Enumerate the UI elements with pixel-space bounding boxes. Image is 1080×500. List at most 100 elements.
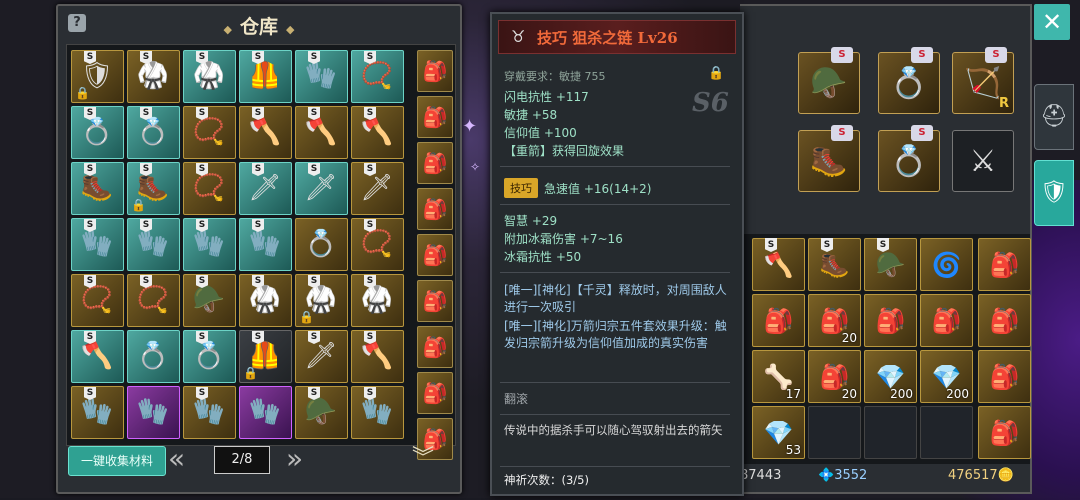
scroll-down-icon[interactable]: ︾ [412, 448, 434, 470]
item-icon: 🧤 [192, 229, 226, 259]
set-tag-icon: S [308, 331, 320, 344]
item-icon: 🪖 [192, 285, 226, 315]
equipment-slot[interactable]: 🥾 S [798, 125, 860, 192]
warehouse-item[interactable]: 🪓 S [351, 106, 404, 159]
warehouse-item[interactable]: 🧤 S [295, 50, 348, 103]
backpack-item[interactable] [864, 406, 917, 459]
bag-icon[interactable]: 🎒 [417, 142, 453, 184]
warehouse-item[interactable]: 🪓 S [239, 106, 292, 159]
next-page-icon[interactable]: » [286, 444, 303, 474]
bag-icon[interactable]: 🎒 [978, 238, 1031, 291]
item-icon: 🗡 [304, 341, 338, 371]
item-icon: 🥋 [136, 61, 170, 91]
close-button[interactable]: ✕ [1034, 4, 1070, 40]
warehouse-item[interactable]: 📿 S [127, 274, 180, 327]
backpack-item[interactable]: 🌀 [920, 238, 973, 291]
bag-icon[interactable]: 🎒 [417, 326, 453, 368]
bag-icon[interactable]: 🎒 [417, 188, 453, 230]
warehouse-item[interactable]: 🧤 S [351, 386, 404, 439]
bag-icon[interactable]: 🎒 [978, 294, 1031, 347]
equipment-slot[interactable]: 🏹 S R [952, 47, 1014, 114]
warehouse-item[interactable]: 🛡 S 🔒 [71, 50, 124, 103]
collect-materials-button[interactable]: 一键收集材料 [68, 446, 166, 476]
warehouse-item[interactable]: 🪖 S [295, 386, 348, 439]
warehouse-item[interactable]: 📿 S [183, 106, 236, 159]
warehouse-item[interactable]: 🧤 S [71, 218, 124, 271]
backpack-item[interactable]: 🪓 S [752, 238, 805, 291]
equipment-slot[interactable]: 💍 S [878, 125, 940, 192]
warehouse-item[interactable]: 🧤 [239, 386, 292, 439]
backpack-item[interactable]: 🪖 S [864, 238, 917, 291]
warehouse-item[interactable]: 📿 S [351, 218, 404, 271]
warehouse-item[interactable]: 🥾 S [71, 162, 124, 215]
warehouse-item[interactable]: 💍 [127, 330, 180, 383]
tab-equipment[interactable]: ⛑ [1034, 84, 1074, 150]
lock-icon[interactable]: 🔒 [708, 66, 724, 81]
bag-icon[interactable]: 🎒 [417, 372, 453, 414]
warehouse-item[interactable]: 🥋 S [183, 50, 236, 103]
warehouse-item[interactable]: 🥋 S 🔒 [295, 274, 348, 327]
equipment-slot[interactable]: ⚔ [952, 130, 1014, 192]
warehouse-item[interactable]: 🪓 S [71, 330, 124, 383]
warehouse-item[interactable]: 🥋 S [127, 50, 180, 103]
backpack-item[interactable]: 💎 200 [920, 350, 973, 403]
backpack-item[interactable]: 🎒 [920, 294, 973, 347]
warehouse-item[interactable]: 💍 [295, 218, 348, 271]
warehouse-item[interactable]: 🧤 [127, 386, 180, 439]
warehouse-item[interactable]: 💍 S [127, 106, 180, 159]
warehouse-item[interactable]: 💍 S [71, 106, 124, 159]
warehouse-item[interactable]: 📿 S [71, 274, 124, 327]
tab-inventory[interactable]: 🛡 [1034, 160, 1074, 226]
warehouse-panel: ? ◆ 仓库 ◆ 🛡 S 🔒 🥋 S 🥋 S 🦺 S 🧤 S 📿 S 💍 S 💍 S 📿 S 🪓 S 🪓 S 🪓 S 🥾 S 🥾 S 🔒 📿 S 🗡… [56, 4, 462, 494]
warehouse-item[interactable]: 🧤 S [183, 218, 236, 271]
item-icon: 🧤 [248, 229, 282, 259]
warehouse-item[interactable]: 📿 S [351, 50, 404, 103]
equipment-slot[interactable]: 💍 S [878, 47, 940, 114]
warehouse-item[interactable]: 🧤 S [239, 218, 292, 271]
set-tag-icon: S [252, 331, 264, 344]
backpack-item[interactable]: 🎒 20 [808, 350, 861, 403]
backpack-item[interactable]: 🦴 17 [752, 350, 805, 403]
item-icon: 🧤 [80, 397, 114, 427]
bag-icon[interactable]: 🎒 [978, 406, 1031, 459]
warehouse-item[interactable]: 🗡 S [295, 330, 348, 383]
backpack-item[interactable] [920, 406, 973, 459]
equipment-slot[interactable]: 🪖 S [798, 47, 860, 114]
bag-icon[interactable]: 🎒 [978, 350, 1031, 403]
warehouse-item[interactable]: 📿 S [183, 162, 236, 215]
backpack-item[interactable]: 💎 53 [752, 406, 805, 459]
backpack-item[interactable] [808, 406, 861, 459]
flip-label[interactable]: 翻滚 [504, 390, 528, 407]
warehouse-item[interactable]: 🗡 S [295, 162, 348, 215]
warehouse-item[interactable]: 🧤 S [127, 218, 180, 271]
set-tag-icon: S [196, 107, 208, 120]
warehouse-item[interactable]: 🗡 S [239, 162, 292, 215]
backpack-item[interactable]: 🎒 [752, 294, 805, 347]
set-tag-icon: S [196, 331, 208, 344]
backpack-item[interactable]: 🎒 [864, 294, 917, 347]
warehouse-item[interactable]: 🥋 S [239, 274, 292, 327]
set-tag-icon: S [364, 387, 376, 400]
bag-icon[interactable]: 🎒 [417, 96, 453, 138]
warehouse-item[interactable]: 🗡 S [351, 162, 404, 215]
warehouse-item[interactable]: 🦺 S 🔒 [239, 330, 292, 383]
warehouse-item[interactable]: 🥋 S [351, 274, 404, 327]
warehouse-item[interactable]: 🥾 S 🔒 [127, 162, 180, 215]
bag-icon[interactable]: 🎒 [417, 50, 453, 92]
backpack-item[interactable]: 🥾 S [808, 238, 861, 291]
warehouse-item[interactable]: 🦺 S [239, 50, 292, 103]
item-count: 53 [785, 443, 801, 457]
warehouse-item[interactable]: 🪖 S [183, 274, 236, 327]
item-icon: 🧤 [136, 229, 170, 259]
set-tag-icon: S [831, 125, 853, 141]
bag-icon[interactable]: 🎒 [417, 234, 453, 276]
warehouse-item[interactable]: 💍 S [183, 330, 236, 383]
warehouse-item[interactable]: 🪓 S [295, 106, 348, 159]
backpack-item[interactable]: 💎 200 [864, 350, 917, 403]
warehouse-item[interactable]: 🪓 S [351, 330, 404, 383]
prev-page-icon[interactable]: « [168, 444, 185, 474]
warehouse-item[interactable]: 🧤 S [183, 386, 236, 439]
warehouse-item[interactable]: 🧤 S [71, 386, 124, 439]
backpack-item[interactable]: 🎒 20 [808, 294, 861, 347]
bag-icon[interactable]: 🎒 [417, 280, 453, 322]
